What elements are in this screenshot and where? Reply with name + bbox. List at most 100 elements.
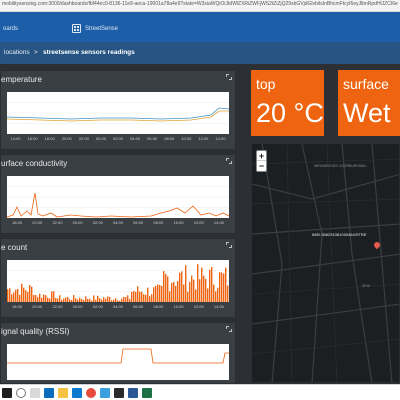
count-bar [133, 291, 135, 302]
marker-label: IMEI:356291081093464/STRE [312, 232, 367, 237]
count-bar [211, 266, 213, 302]
count-bar [207, 288, 209, 302]
x-tick-label: 10:00 [181, 136, 192, 141]
expand-icon[interactable] [226, 158, 232, 164]
count-bar [191, 275, 193, 302]
temperature-chart: 14:00 16:00 18:00 20:00 22:00 00:00 02:00 04:00… [1, 89, 235, 149]
breadcrumb-locations[interactable]: locations [4, 49, 30, 56]
count-bar [75, 298, 77, 302]
count-bar [225, 267, 227, 302]
tile-value: Wet [343, 98, 391, 128]
count-bar [125, 297, 127, 302]
address-url[interactable]: mobilitysensing.com:3000/dashboards/fbf4… [2, 1, 398, 7]
zoom-control: + − [256, 150, 267, 172]
folder-icon[interactable] [58, 388, 68, 398]
count-bar [123, 296, 125, 302]
count-bar [39, 293, 41, 302]
count-panel: e count 18:00 20:00 22:00 00:00 02:00 04:00 06… [0, 238, 236, 318]
count-bar [21, 283, 23, 302]
windows-start-icon[interactable] [2, 388, 12, 398]
count-bar [31, 286, 33, 302]
x-tick-label: 06:00 [133, 304, 144, 309]
count-bar [131, 291, 133, 302]
count-bar [23, 287, 25, 302]
count-bar [37, 297, 39, 302]
x-tick-label: 18:00 [12, 220, 23, 225]
search-icon[interactable] [16, 388, 26, 398]
count-bar [135, 291, 137, 302]
count-bar [89, 298, 91, 302]
count-bar [113, 299, 115, 302]
count-bar [77, 299, 79, 302]
x-tick-label: 22:00 [52, 220, 63, 225]
chrome-icon[interactable] [86, 388, 96, 398]
count-bar [55, 298, 57, 302]
count-bar [109, 297, 111, 302]
word-icon[interactable] [128, 388, 138, 398]
conductivity-panel: urface conductivity 18:00 20:00 22:00 00:00… [0, 154, 236, 234]
x-tick-label: 00:00 [96, 136, 107, 141]
count-chart: 18:00 20:00 22:00 00:00 02:00 04:00 06:00 08:00… [1, 257, 235, 317]
count-bar [155, 285, 157, 302]
count-bar [139, 291, 141, 302]
count-bar [51, 291, 53, 302]
count-bar [61, 299, 63, 302]
count-bar [69, 299, 71, 302]
count-bar [143, 294, 145, 302]
dashboard-icon [72, 24, 81, 33]
x-tick-label: 14:00 [215, 136, 226, 141]
breadcrumb-separator: > [34, 49, 38, 56]
count-bar [53, 291, 55, 302]
task-view-icon[interactable] [30, 388, 40, 398]
alley [286, 144, 293, 382]
panel-title: e count [1, 243, 28, 252]
count-bar [115, 298, 117, 302]
expand-icon[interactable] [226, 326, 232, 332]
count-bar [141, 291, 143, 302]
expand-icon[interactable] [226, 74, 232, 80]
count-bar [171, 282, 173, 302]
rssi-panel: ignal quality (RSSI) [0, 322, 236, 384]
count-bar [45, 295, 47, 302]
x-tick-label: 20:00 [32, 304, 43, 309]
conductivity-chart: 18:00 20:00 22:00 00:00 02:00 04:00 06:00 08:00… [1, 173, 235, 233]
mail-icon[interactable] [100, 388, 110, 398]
x-tick-label: 04:00 [113, 304, 124, 309]
count-bar [11, 294, 13, 302]
excel-icon[interactable] [142, 388, 152, 398]
count-bar [173, 281, 175, 302]
toolbar-streetsense-link[interactable]: StreetSense [85, 26, 118, 32]
tile-label: top [256, 76, 276, 92]
count-bar [73, 295, 75, 302]
count-bar [29, 285, 31, 302]
street-label: SPUI [362, 284, 371, 288]
expand-icon[interactable] [226, 242, 232, 248]
tile-label: surface [343, 76, 389, 92]
x-tick-label: 08:00 [153, 220, 164, 225]
count-bar [175, 285, 177, 302]
map-streets [252, 144, 399, 382]
street [252, 173, 399, 200]
x-tick-label: 16:00 [28, 136, 39, 141]
count-bar [25, 290, 27, 302]
count-bar [187, 291, 189, 302]
count-bar [117, 300, 119, 302]
x-tick-label: 12:00 [194, 304, 205, 309]
count-bar [49, 298, 51, 302]
store-icon[interactable] [72, 388, 82, 398]
zoom-out-button[interactable]: − [257, 161, 266, 171]
toolbar-dashboards-link[interactable]: oards [3, 26, 18, 32]
edge-icon[interactable] [44, 388, 54, 398]
count-bar [43, 294, 45, 302]
browser-address-bar[interactable]: mobilitysensing.com:3000/dashboards/fbf4… [0, 0, 400, 12]
count-bar [19, 294, 21, 302]
count-bar [195, 289, 197, 302]
terminal-icon[interactable] [114, 388, 124, 398]
count-bar [35, 295, 37, 302]
zoom-in-button[interactable]: + [257, 151, 266, 161]
count-bar [65, 297, 67, 302]
x-tick-label: 08:00 [164, 136, 175, 141]
x-tick-label: 06:00 [147, 136, 158, 141]
temperature-panel: emperature 14:00 16:00 18:00 20:00 22:00 00:0… [0, 70, 236, 150]
map-widget[interactable]: + − NIEUWEZIJDS VOORBURGWAL SPUI IMEI:35… [251, 143, 400, 383]
